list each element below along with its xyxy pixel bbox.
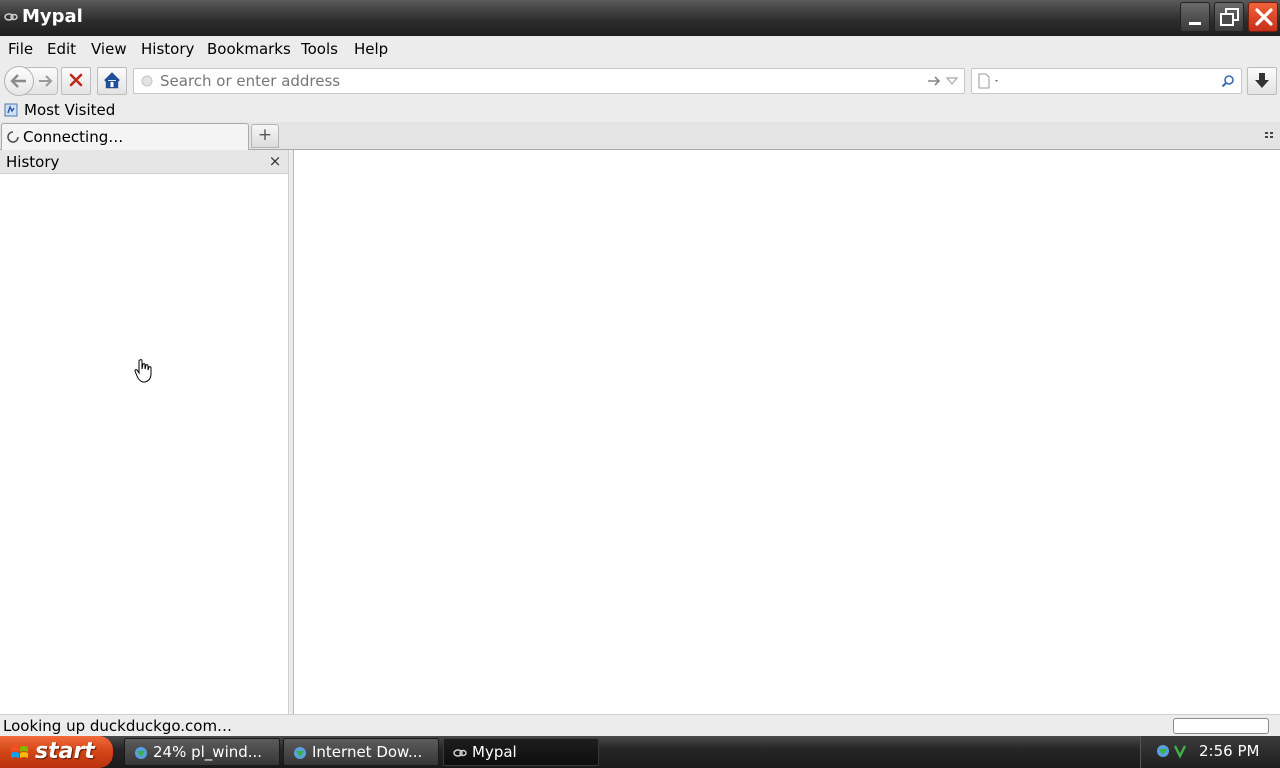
downloads-button[interactable] bbox=[1247, 67, 1277, 95]
list-all-tabs-icon[interactable] bbox=[1264, 130, 1274, 140]
clock[interactable]: 2:56 PM bbox=[1199, 742, 1259, 760]
minimize-button[interactable] bbox=[1180, 2, 1210, 32]
taskbar-item-internet-download[interactable]: Internet Dow... bbox=[283, 738, 439, 766]
search-icon[interactable] bbox=[1221, 74, 1235, 88]
back-button[interactable] bbox=[4, 66, 34, 96]
status-text: Looking up duckduckgo.com… bbox=[3, 717, 233, 735]
taskbar: start 24% pl_wind... Internet Dow... Myp… bbox=[0, 736, 1280, 768]
bookmark-folder-icon bbox=[4, 103, 18, 117]
window-title: Mypal bbox=[22, 6, 83, 27]
bookmarks-toolbar: Most Visited bbox=[0, 98, 1280, 122]
new-tab-button[interactable]: + bbox=[251, 124, 279, 148]
minimize-icon bbox=[1189, 22, 1201, 25]
taskbar-item-label: 24% pl_wind... bbox=[153, 743, 263, 761]
history-sidebar: History × bbox=[0, 150, 288, 714]
stop-button[interactable] bbox=[61, 67, 91, 95]
menu-view[interactable]: View bbox=[91, 40, 127, 58]
page-content[interactable] bbox=[294, 150, 1280, 714]
home-button[interactable] bbox=[97, 67, 127, 95]
site-identity-icon bbox=[141, 75, 153, 87]
bookmark-label: Most Visited bbox=[24, 101, 116, 119]
start-label: start bbox=[35, 739, 95, 764]
address-bar[interactable] bbox=[133, 68, 965, 94]
menu-history[interactable]: History bbox=[141, 40, 194, 58]
windows-logo-icon bbox=[11, 746, 28, 758]
close-icon bbox=[1255, 8, 1273, 26]
forward-arrow-icon bbox=[39, 75, 53, 87]
search-bar[interactable] bbox=[971, 68, 1242, 94]
sidebar-close-button[interactable]: × bbox=[266, 152, 284, 170]
home-icon bbox=[104, 72, 120, 89]
menu-edit[interactable]: Edit bbox=[47, 40, 76, 58]
restore-icon bbox=[1220, 8, 1239, 26]
sidebar-title: History bbox=[6, 153, 60, 171]
taskbar-item-download-progress[interactable]: 24% pl_wind... bbox=[124, 738, 280, 766]
menu-tools[interactable]: Tools bbox=[301, 40, 338, 58]
title-bar[interactable]: Mypal bbox=[0, 0, 1280, 36]
start-button[interactable]: start bbox=[0, 736, 113, 768]
menu-bar: File Edit View History Bookmarks Tools H… bbox=[0, 36, 1280, 64]
sidebar-header: History × bbox=[0, 150, 288, 174]
system-tray: 2:56 PM bbox=[1140, 736, 1280, 768]
restore-button[interactable] bbox=[1214, 2, 1244, 32]
tab-label: Connecting… bbox=[23, 128, 124, 146]
close-window-button[interactable] bbox=[1248, 2, 1278, 32]
tab-connecting[interactable]: Connecting… bbox=[1, 123, 249, 150]
status-bar: Looking up duckduckgo.com… bbox=[0, 714, 1280, 736]
taskbar-item-mypal[interactable]: Mypal bbox=[443, 738, 599, 766]
network-tray-icon[interactable] bbox=[1155, 743, 1173, 759]
address-input[interactable] bbox=[160, 71, 920, 91]
taskbar-item-label: Internet Dow... bbox=[312, 743, 423, 761]
loading-spinner-icon bbox=[7, 131, 19, 143]
menu-file[interactable]: File bbox=[8, 40, 33, 58]
download-arrow-icon bbox=[1255, 73, 1269, 88]
taskbar-item-label: Mypal bbox=[472, 743, 517, 761]
download-tray-icon[interactable] bbox=[1173, 743, 1187, 759]
navigation-toolbar bbox=[0, 64, 1280, 98]
menu-bookmarks[interactable]: Bookmarks bbox=[207, 40, 291, 58]
tab-strip: Connecting… + bbox=[0, 122, 1280, 150]
stop-x-icon bbox=[69, 73, 83, 87]
hand-cursor-icon bbox=[134, 359, 152, 383]
download-globe-icon bbox=[135, 747, 147, 759]
plus-icon: + bbox=[257, 125, 273, 145]
mypal-icon bbox=[4, 13, 18, 21]
menu-help[interactable]: Help bbox=[354, 40, 388, 58]
forward-button[interactable] bbox=[35, 68, 57, 94]
status-progress-meter bbox=[1173, 718, 1269, 734]
go-arrow-icon[interactable] bbox=[926, 74, 942, 88]
search-engine-icon[interactable] bbox=[977, 73, 1001, 89]
download-globe-icon bbox=[294, 747, 306, 759]
mypal-icon bbox=[453, 749, 467, 757]
url-dropdown-icon[interactable] bbox=[946, 76, 958, 86]
back-arrow-icon bbox=[10, 74, 26, 88]
